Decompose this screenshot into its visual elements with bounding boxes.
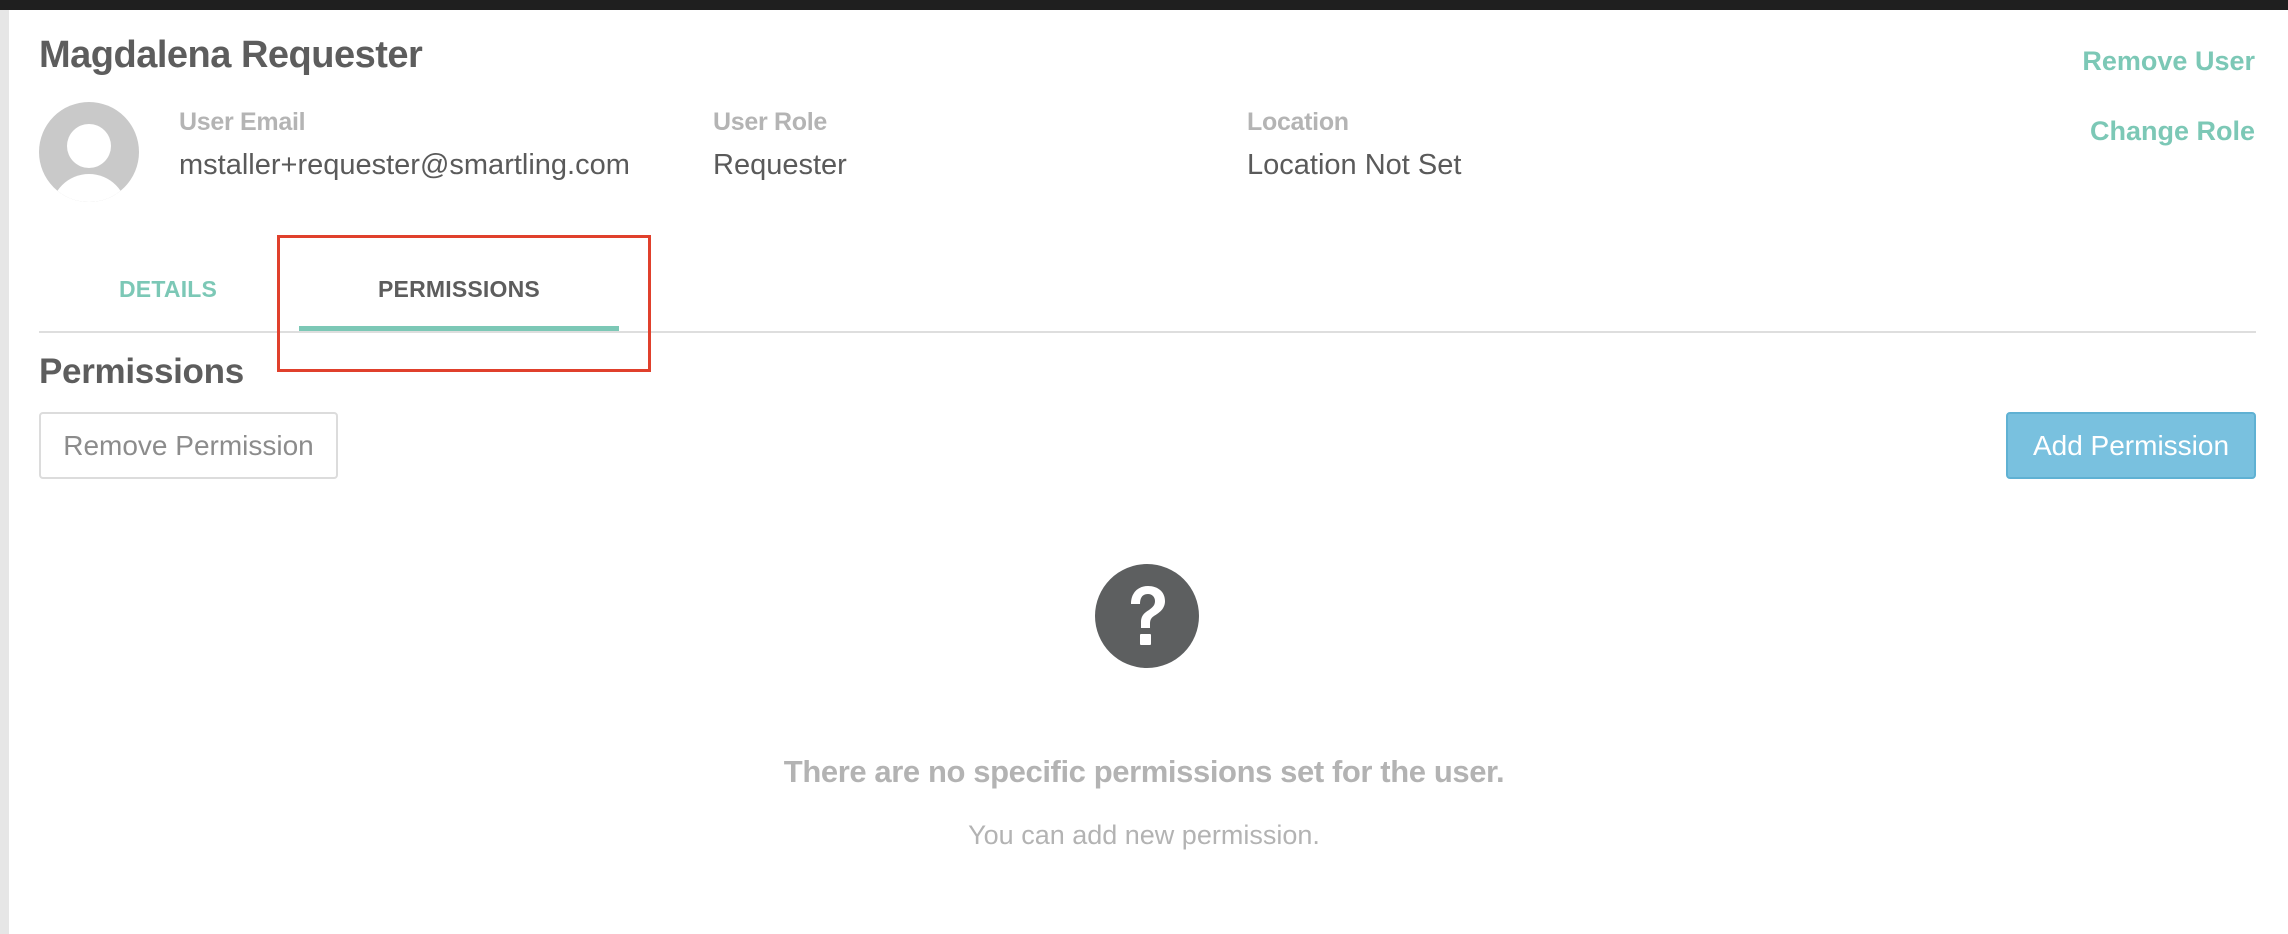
empty-state-title: There are no specific permissions set fo… — [783, 754, 1505, 789]
user-email-field: User Email mstaller+requester@smartling.… — [179, 108, 630, 182]
top-bar — [0, 0, 2288, 10]
user-role-label: User Role — [713, 108, 828, 136]
highlight-box — [277, 235, 651, 372]
location-field: Location Location Not Set — [1247, 108, 1461, 182]
change-role-link[interactable]: Change Role — [2090, 116, 2255, 147]
add-permission-button[interactable]: Add Permission — [2006, 412, 2256, 479]
avatar-icon — [39, 102, 139, 202]
user-email-label: User Email — [179, 108, 306, 136]
left-edge — [0, 10, 9, 934]
question-circle-icon — [1095, 564, 1199, 668]
permissions-title: Permissions — [39, 352, 244, 391]
location-label: Location — [1247, 108, 1349, 136]
user-role-field: User Role Requester — [713, 108, 847, 182]
location-value: Location Not Set — [1247, 149, 1462, 181]
user-name: Magdalena Requester — [39, 34, 423, 76]
remove-permission-button[interactable]: Remove Permission — [39, 412, 338, 479]
user-email-value: mstaller+requester@smartling.com — [179, 149, 630, 181]
user-role-value: Requester — [713, 149, 847, 181]
empty-state-subtitle: You can add new permission. — [968, 820, 1320, 850]
remove-user-link[interactable]: Remove User — [2082, 46, 2255, 77]
tab-details[interactable]: DETAILS — [119, 276, 217, 303]
